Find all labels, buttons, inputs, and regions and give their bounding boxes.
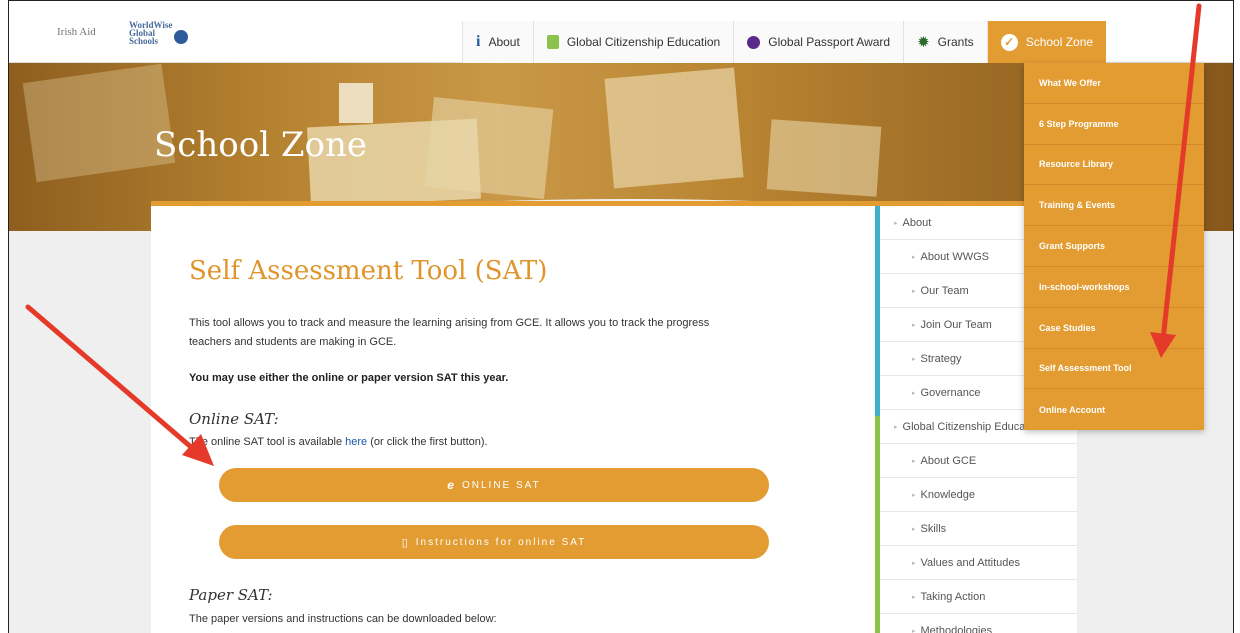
nav-grants-label: Grants — [937, 35, 974, 49]
chevron-right-icon: ▸ — [912, 627, 916, 633]
instructions-button[interactable]: ▯ Instructions for online SAT — [219, 525, 769, 559]
browser-viewport: School Zone Irish Aid WorldWise Global S… — [8, 0, 1234, 633]
worldwise-logo[interactable]: WorldWise Global Schools — [129, 21, 189, 46]
chevron-right-icon: ▸ — [912, 355, 916, 363]
dropdown-item-in-school-workshops[interactable]: In-school-workshops — [1024, 267, 1204, 308]
main-nav: i About Global Citizenship Education Glo… — [462, 21, 1107, 63]
dropdown-item-resource-library[interactable]: Resource Library — [1024, 145, 1204, 186]
chevron-right-icon: ▸ — [912, 559, 916, 567]
notice-bold: You may use either the online or paper v… — [189, 372, 509, 384]
page-title: Self Assessment Tool (SAT) — [189, 256, 548, 286]
intro-text: This tool allows you to track and measur… — [189, 314, 789, 352]
side-item-label: Knowledge — [920, 488, 975, 501]
chevron-right-icon: ▸ — [912, 253, 916, 261]
online-sat-button[interactable]: e ONLINE SAT — [219, 468, 769, 502]
nav-school-zone-label: School Zone — [1025, 35, 1094, 49]
intro-line-1: This tool allows you to track and measur… — [189, 317, 710, 329]
online-sat-heading: Online SAT: — [189, 410, 279, 428]
chevron-right-icon: ▸ — [912, 321, 916, 329]
chevron-right-icon: ▸ — [912, 491, 916, 499]
side-item-label: Skills — [920, 522, 947, 535]
side-item-taking-action[interactable]: ▸ Taking Action — [880, 580, 1077, 614]
paper-sat-text: The paper versions and instructions can … — [189, 613, 497, 625]
browser-e-icon: e — [447, 478, 456, 492]
online-text-suffix: (or click the first button). — [367, 436, 488, 448]
chevron-right-icon: ▸ — [912, 525, 916, 533]
side-item-methodologies[interactable]: ▸ Methodologies — [880, 614, 1077, 633]
chevron-right-icon: ▸ — [912, 457, 916, 465]
side-item-label: Strategy — [920, 352, 962, 365]
irish-aid-logo-text: Irish Aid — [57, 25, 96, 38]
side-item-label: Governance — [920, 386, 981, 399]
here-link[interactable]: here — [345, 436, 367, 448]
irish-aid-logo[interactable]: Irish Aid — [57, 25, 117, 40]
dropdown-item-what-we-offer[interactable]: What We Offer — [1024, 63, 1204, 104]
online-sat-text: The online SAT tool is available here (o… — [189, 433, 789, 452]
online-sat-button-label: ONLINE SAT — [461, 479, 541, 491]
worldwise-line-3: Schools — [129, 36, 159, 46]
worldwise-logo-text: WorldWise Global Schools — [129, 21, 172, 46]
nav-about-label: About — [488, 35, 520, 49]
dropdown-item-case-studies[interactable]: Case Studies — [1024, 308, 1204, 349]
document-icon: ▯ — [401, 536, 410, 549]
side-item-values-and-attitudes[interactable]: ▸ Values and Attitudes — [880, 546, 1077, 580]
nav-passport-label: Global Passport Award — [768, 35, 891, 49]
nav-grants[interactable]: ✹ Grants — [903, 21, 987, 63]
side-item-label: About WWGS — [920, 250, 989, 263]
side-item-knowledge[interactable]: ▸ Knowledge — [880, 478, 1077, 512]
hero-title: School Zone — [154, 125, 367, 165]
info-icon: i — [476, 33, 481, 50]
nav-gce[interactable]: Global Citizenship Education — [532, 21, 734, 63]
side-item-label: About GCE — [920, 454, 977, 467]
side-item-about-gce[interactable]: ▸ About GCE — [880, 444, 1077, 478]
paper-sat-heading: Paper SAT: — [189, 586, 273, 604]
dropdown-item-online-account[interactable]: Online Account — [1024, 389, 1204, 430]
chevron-right-icon: ▸ — [912, 593, 916, 601]
side-item-label: Join Our Team — [920, 318, 992, 331]
dropdown-item-training-events[interactable]: Training & Events — [1024, 185, 1204, 227]
nav-school-zone[interactable]: ✓ School Zone — [986, 21, 1107, 63]
intro-line-2: teachers and students are making in GCE. — [189, 336, 397, 348]
side-item-label: Global Citizenship Education — [902, 420, 1044, 433]
side-item-label: Taking Action — [920, 590, 986, 603]
side-item-label: Methodologies — [920, 624, 993, 633]
dropdown-item-self-assessment-tool[interactable]: Self Assessment Tool — [1024, 349, 1204, 390]
online-text-prefix: The online SAT tool is available — [189, 436, 346, 448]
globe-logo-icon — [174, 30, 189, 44]
check-circle-icon: ✓ — [1000, 33, 1018, 51]
site-header: Irish Aid WorldWise Global Schools i Abo… — [9, 1, 1233, 63]
nav-passport[interactable]: Global Passport Award — [733, 21, 904, 63]
nav-about[interactable]: i About — [462, 21, 533, 63]
book-icon — [546, 35, 559, 49]
globe-icon — [747, 35, 761, 49]
dropdown-item-grant-supports[interactable]: Grant Supports — [1024, 226, 1204, 267]
school-zone-dropdown: What We Offer 6 Step Programme Resource … — [1024, 63, 1204, 430]
instructions-button-label: Instructions for online SAT — [415, 536, 587, 548]
logos[interactable]: Irish Aid WorldWise Global Schools — [57, 21, 189, 46]
side-item-label: Values and Attitudes — [920, 556, 1020, 569]
chevron-right-icon: ▸ — [894, 423, 898, 431]
side-item-skills[interactable]: ▸ Skills — [880, 512, 1077, 546]
content-card: Self Assessment Tool (SAT) This tool all… — [151, 201, 875, 633]
gear-icon: ✹ — [917, 34, 930, 51]
side-item-label: Our Team — [920, 284, 969, 297]
chevron-right-icon: ▸ — [894, 219, 898, 227]
dropdown-item-6-step[interactable]: 6 Step Programme — [1024, 104, 1204, 145]
notice-text: You may use either the online or paper v… — [189, 369, 789, 388]
chevron-right-icon: ▸ — [912, 389, 916, 397]
side-item-label: About — [902, 216, 932, 229]
chevron-right-icon: ▸ — [912, 287, 916, 295]
nav-gce-label: Global Citizenship Education — [566, 35, 721, 49]
